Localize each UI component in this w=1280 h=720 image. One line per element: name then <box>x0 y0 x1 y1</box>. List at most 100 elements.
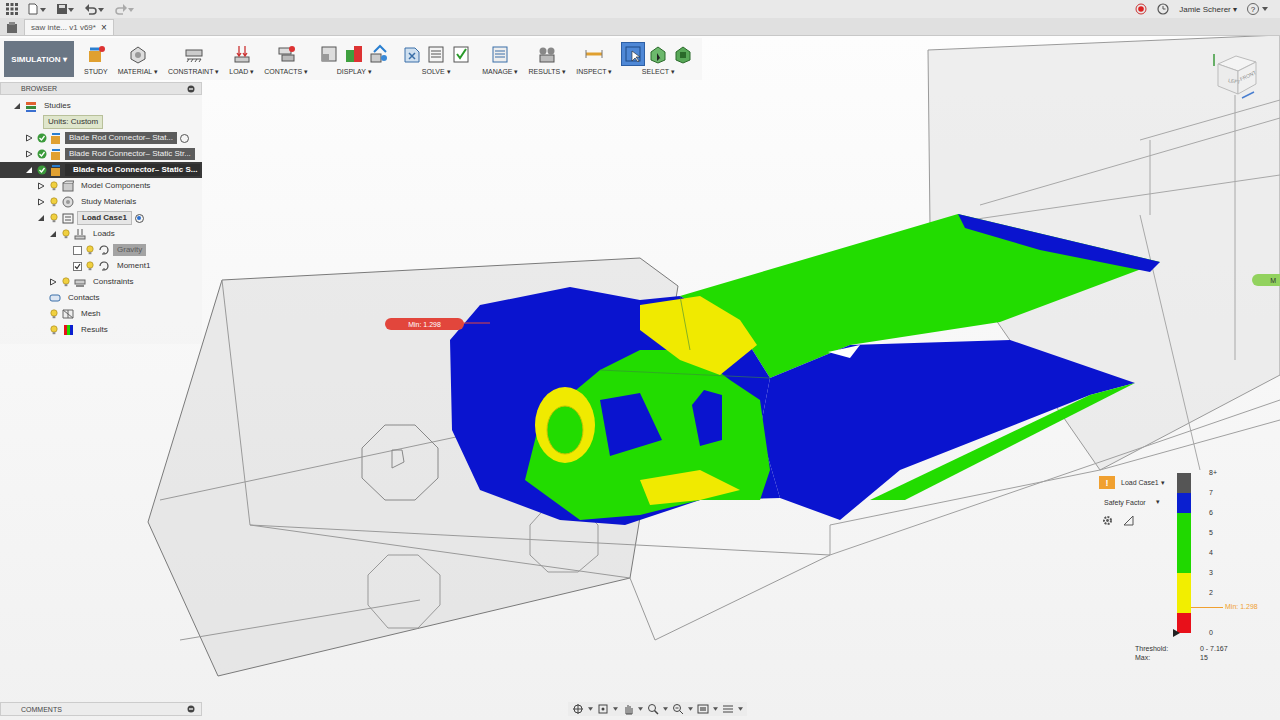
browser-item[interactable]: Blade Rod Connector– Static S... <box>0 162 202 178</box>
tool-button[interactable] <box>275 43 297 65</box>
zoom-icon[interactable] <box>647 703 659 715</box>
comments-panel[interactable]: COMMENTS <box>0 702 202 716</box>
expand-toggle[interactable] <box>24 149 34 159</box>
browser-item[interactable]: Study Materials <box>0 194 202 210</box>
caret-icon[interactable] <box>1262 6 1268 12</box>
visibility-checkbox[interactable] <box>73 246 82 255</box>
toolbar-group[interactable]: LOAD ▾ <box>225 38 258 80</box>
toolbar-group-label[interactable]: SELECT ▾ <box>642 68 675 76</box>
visibility-bulb-icon[interactable] <box>49 309 59 319</box>
caret-icon[interactable] <box>663 706 668 712</box>
grid-settings-icon[interactable] <box>722 703 734 715</box>
display-icon[interactable] <box>369 44 389 64</box>
toolbar-group-label[interactable]: MATERIAL ▾ <box>118 68 158 76</box>
select-icon[interactable] <box>673 44 693 64</box>
toolbar-group[interactable]: MANAGE ▾ <box>478 38 522 80</box>
comments-title[interactable]: COMMENTS <box>21 706 62 713</box>
browser-item-label[interactable]: Gravity <box>113 244 146 256</box>
browser-item-label[interactable]: Blade Rod Connector– Stat... <box>65 132 177 144</box>
record-icon[interactable] <box>1135 3 1147 15</box>
browser-item-label[interactable]: Mesh <box>77 308 105 320</box>
expand-toggle[interactable] <box>48 229 58 239</box>
visibility-checkbox[interactable] <box>73 262 82 271</box>
browser-item-label[interactable]: Blade Rod Connector– Static S... <box>65 164 200 176</box>
fit-icon[interactable] <box>672 703 684 715</box>
toolbar-group[interactable]: MATERIAL ▾ <box>114 38 162 80</box>
toolbar-group[interactable]: INSPECT ▾ <box>572 38 616 80</box>
toolbar-group-label[interactable]: INSPECT ▾ <box>576 68 612 76</box>
browser-item-label[interactable]: Contacts <box>64 292 104 304</box>
help-button[interactable]: ? <box>1247 3 1259 15</box>
caret-icon[interactable] <box>588 706 593 712</box>
toolbar-group[interactable]: CONTACTS ▾ <box>260 38 312 80</box>
toolbar-group[interactable]: CONSTRAINT ▾ <box>164 38 223 80</box>
tool-button[interactable] <box>85 43 107 65</box>
caret-icon[interactable] <box>638 706 643 712</box>
contacts-icon[interactable] <box>276 44 296 64</box>
tool-button[interactable] <box>318 43 340 65</box>
file-icon[interactable] <box>28 3 46 15</box>
browser-item-label[interactable]: Study Materials <box>77 196 140 208</box>
tool-button[interactable] <box>343 43 365 65</box>
toolbar-group[interactable]: SOLVE ▾ <box>396 38 476 80</box>
browser-item[interactable]: Units: Custom <box>0 114 202 130</box>
tool-button[interactable] <box>583 43 605 65</box>
undo-icon[interactable] <box>84 3 104 15</box>
document-title[interactable]: saw inte... v1 v69* <box>31 23 96 32</box>
results-icon[interactable] <box>537 44 557 64</box>
tool-button[interactable] <box>368 43 390 65</box>
toolbar-group[interactable]: RESULTS ▾ <box>525 38 571 80</box>
toolbar-group-label[interactable]: SOLVE ▾ <box>422 68 451 76</box>
data-panel-icon[interactable] <box>6 21 18 35</box>
settings-gear-icon[interactable] <box>1102 515 1113 526</box>
result-type[interactable]: Safety Factor <box>1104 499 1146 506</box>
expand-toggle[interactable] <box>36 181 46 191</box>
browser-item[interactable]: Load Case1 <box>0 210 202 226</box>
color-scale[interactable] <box>1177 473 1191 633</box>
display-settings-icon[interactable] <box>697 703 709 715</box>
activate-radio[interactable] <box>135 214 144 223</box>
caret-icon[interactable] <box>688 706 693 712</box>
visibility-bulb-icon[interactable] <box>49 325 59 335</box>
document-tab[interactable]: saw inte... v1 v69*× <box>24 19 114 35</box>
solve-icon[interactable] <box>426 44 446 64</box>
display-icon[interactable] <box>344 44 364 64</box>
solve-icon[interactable] <box>401 44 421 64</box>
toolbar-group-label[interactable]: RESULTS ▾ <box>529 68 567 76</box>
caret-icon[interactable] <box>738 706 743 712</box>
expand-toggle[interactable] <box>36 197 46 207</box>
workspace-switcher[interactable]: SIMULATION ▾ <box>4 41 74 77</box>
tool-button[interactable] <box>647 43 669 65</box>
browser-item[interactable]: Blade Rod Connector– Stat... <box>0 130 202 146</box>
help-menu[interactable]: ? <box>1247 3 1268 15</box>
viewport[interactable]: Min: 1.298MLEFTFRONTSIMULATION ▾STUDYMAT… <box>0 36 1280 720</box>
tool-button[interactable] <box>489 43 511 65</box>
constraint-icon[interactable] <box>184 44 204 64</box>
browser-item[interactable]: Blade Rod Connector– Static Str... <box>0 146 202 162</box>
tool-button[interactable] <box>450 43 472 65</box>
load-icon[interactable] <box>232 44 252 64</box>
legend-load-case[interactable]: !Load Case1 ▾ <box>1096 476 1174 489</box>
browser-item[interactable]: Gravity <box>0 242 202 258</box>
material-icon[interactable] <box>128 44 148 64</box>
pan-icon[interactable] <box>622 703 634 715</box>
orbit-icon[interactable] <box>572 703 584 715</box>
look-at-icon[interactable] <box>597 703 609 715</box>
save-icon[interactable] <box>56 3 74 15</box>
toolbar-group-label[interactable]: CONTACTS ▾ <box>264 68 308 76</box>
tool-button[interactable] <box>536 43 558 65</box>
result-type-caret[interactable]: ▾ <box>1156 498 1160 506</box>
visibility-bulb-icon[interactable] <box>49 213 59 223</box>
toolbar-group-label[interactable]: MANAGE ▾ <box>482 68 518 76</box>
browser-item-label[interactable]: Studies <box>40 100 75 112</box>
browser-item[interactable]: Constraints <box>0 274 202 290</box>
visibility-bulb-icon[interactable] <box>49 197 59 207</box>
toolbar-group-label[interactable]: LOAD ▾ <box>229 68 254 76</box>
visibility-bulb-icon[interactable] <box>61 277 71 287</box>
threshold-handle[interactable] <box>1173 629 1180 637</box>
inspect-icon[interactable] <box>584 44 604 64</box>
browser-item[interactable]: Moment1 <box>0 258 202 274</box>
manage-icon[interactable] <box>490 44 510 64</box>
browser-item-label[interactable]: Constraints <box>89 276 137 288</box>
browser-item-label[interactable]: Loads <box>89 228 119 240</box>
